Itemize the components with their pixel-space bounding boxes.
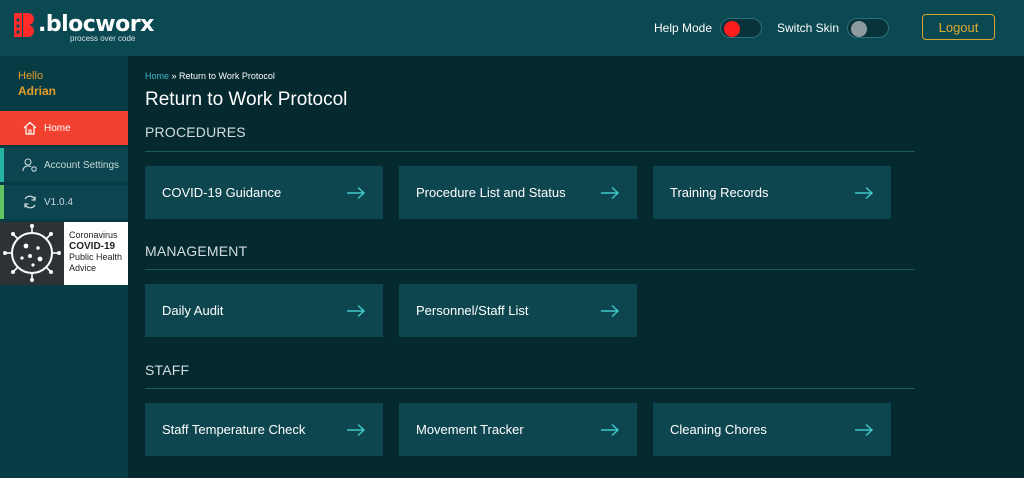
card-movement-tracker[interactable]: Movement Tracker <box>399 403 637 456</box>
arrow-right-icon <box>347 186 366 199</box>
arrow-right-icon <box>855 423 874 436</box>
card-cleaning-chores[interactable]: Cleaning Chores <box>653 403 891 456</box>
card-daily-audit[interactable]: Daily Audit <box>145 284 383 337</box>
arrow-right-icon <box>601 423 620 436</box>
refresh-icon <box>24 195 36 209</box>
card-label: Staff Temperature Check <box>162 422 306 437</box>
arrow-right-icon <box>601 304 620 317</box>
logout-button[interactable]: Logout <box>922 14 995 40</box>
covid-line-4: Advice <box>69 263 97 273</box>
breadcrumb-home-link[interactable]: Home <box>145 71 169 81</box>
section-title-staff: STAFF <box>145 362 190 378</box>
user-gear-icon <box>22 158 37 172</box>
arrow-right-icon <box>347 304 366 317</box>
card-label: Procedure List and Status <box>416 185 566 200</box>
section-title-management: MANAGEMENT <box>145 243 248 259</box>
sidebar-item-account-settings[interactable]: Account Settings <box>0 148 128 182</box>
greeting: Hello <box>18 70 44 82</box>
section-divider <box>145 388 915 389</box>
toggle-knob <box>724 21 741 37</box>
covid-advice-banner[interactable]: Coronavirus COVID-19 Public Health Advic… <box>0 222 128 285</box>
section-title-procedures: PROCEDURES <box>145 124 246 140</box>
covid-line-2: COVID-19 <box>69 241 116 252</box>
covid-advice-text: Coronavirus COVID-19 Public Health Advic… <box>64 222 128 285</box>
home-icon <box>23 121 37 135</box>
covid-line-1: Coronavirus <box>69 230 118 240</box>
card-procedure-list-and-status[interactable]: Procedure List and Status <box>399 166 637 219</box>
sidebar-item-version[interactable]: V1.0.4 <box>0 185 128 219</box>
breadcrumb: Home » Return to Work Protocol <box>145 71 275 81</box>
help-mode-toggle[interactable] <box>720 18 763 38</box>
switch-skin-toggle-group: Switch Skin <box>777 17 890 39</box>
sidebar-item-label: Account Settings <box>44 159 120 171</box>
card-label: Daily Audit <box>162 303 224 318</box>
blocworx-logo-icon <box>14 13 34 37</box>
card-label: Movement Tracker <box>416 422 524 437</box>
sidebar-item-home[interactable]: Home <box>0 111 128 145</box>
covid-line-3: Public Health <box>69 252 123 262</box>
card-label: COVID-19 Guidance <box>162 185 282 200</box>
switch-skin-label: Switch Skin <box>777 21 840 35</box>
card-training-records[interactable]: Training Records <box>653 166 891 219</box>
section-divider <box>145 269 915 270</box>
help-mode-label: Help Mode <box>654 21 713 35</box>
arrow-right-icon <box>855 186 874 199</box>
card-label: Training Records <box>670 185 769 200</box>
card-covid-19-guidance[interactable]: COVID-19 Guidance <box>145 166 383 219</box>
breadcrumb-current: Return to Work Protocol <box>179 71 275 81</box>
page-title: Return to Work Protocol <box>145 89 348 110</box>
arrow-right-icon <box>347 423 366 436</box>
username: Adrian <box>18 84 57 98</box>
sidebar-item-label: V1.0.4 <box>44 196 73 208</box>
section-divider <box>145 151 915 152</box>
sidebar: Hello Adrian Home Account Settings V1.0.… <box>0 56 128 478</box>
sidebar-item-label: Home <box>44 122 71 134</box>
switch-skin-toggle[interactable] <box>847 18 890 38</box>
top-bar: .blocworx process over code Help Mode Sw… <box>0 0 1024 56</box>
blocworx-logo[interactable]: .blocworx process over code <box>14 10 154 46</box>
toggle-knob <box>851 21 868 37</box>
card-label: Personnel/Staff List <box>416 303 529 318</box>
arrow-right-icon <box>601 186 620 199</box>
card-personnel-staff-list[interactable]: Personnel/Staff List <box>399 284 637 337</box>
help-mode-toggle-group: Help Mode <box>654 17 763 39</box>
virus-icon <box>0 222 64 285</box>
logo-tagline: process over code <box>70 34 136 43</box>
card-label: Cleaning Chores <box>670 422 767 437</box>
card-staff-temperature-check[interactable]: Staff Temperature Check <box>145 403 383 456</box>
breadcrumb-separator: » <box>169 71 180 81</box>
